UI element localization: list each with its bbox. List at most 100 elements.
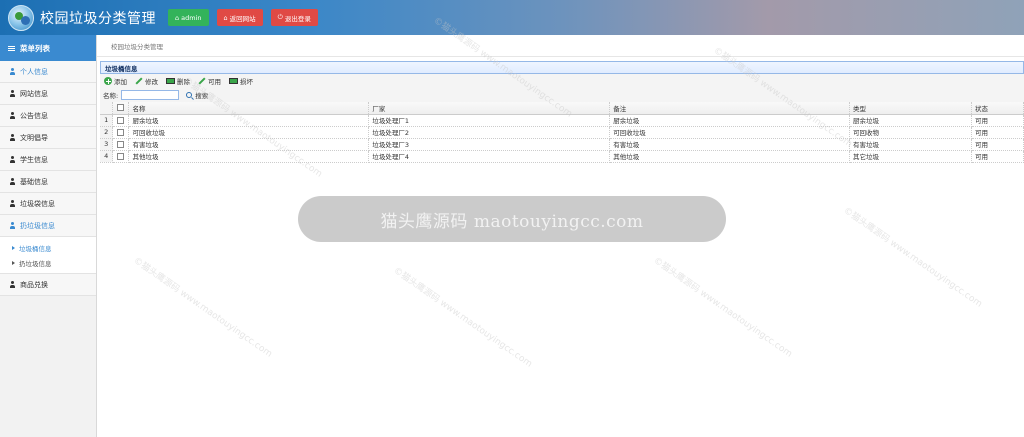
row-checkbox[interactable] (112, 150, 130, 163)
add-button[interactable]: 添加 (104, 76, 127, 86)
garbage-bin-panel: 垃圾桶信息 添加 修改 删除 可用 损坏 名称: 搜索 名称 厂家 备注 类型 … (100, 61, 1024, 176)
cell-note: 有害垃圾 (609, 138, 851, 151)
delete-label: 删除 (177, 78, 190, 86)
admin-button[interactable]: ⌂ admin (168, 9, 209, 26)
row-number: 4 (100, 150, 114, 163)
user-icon (9, 156, 16, 163)
broken-icon (229, 78, 238, 84)
edit-label: 修改 (145, 78, 158, 86)
user-icon (9, 90, 16, 97)
panel-title: 垃圾桶信息 (100, 61, 1024, 74)
broken-button[interactable]: 损坏 (229, 76, 253, 86)
column-header-factory[interactable]: 厂家 (368, 102, 611, 115)
user-icon (9, 112, 16, 119)
sidebar-item-civility[interactable]: 文明倡导 (0, 127, 96, 149)
sidebar-item-basic-info[interactable]: 基础信息 (0, 171, 96, 193)
sidebar-item-announcements[interactable]: 公告信息 (0, 105, 96, 127)
sidebar-item-label: 扔垃圾信息 (20, 221, 55, 230)
sidebar-item-label: 学生信息 (20, 155, 48, 164)
search-icon[interactable] (186, 92, 193, 98)
breadcrumb: 校园垃圾分类管理 (97, 35, 1024, 57)
back-to-site-button[interactable]: ⌂ 返回网站 (216, 9, 263, 26)
table-row[interactable]: 4 其他垃圾 垃圾处理厂4 其他垃圾 其它垃圾 可用 (100, 150, 1024, 163)
app-title: 校园垃圾分类管理 (40, 10, 156, 27)
watermark-text: ©猫头鹰源码 www.maotouyingcc.com (131, 255, 274, 360)
name-search-input[interactable] (121, 90, 180, 100)
cell-note: 厨余垃圾 (609, 114, 851, 127)
sidebar-item-students[interactable]: 学生信息 (0, 149, 96, 171)
row-checkbox[interactable] (112, 126, 130, 139)
sidebar-submenu: 垃圾桶信息 扔垃圾信息 (0, 237, 96, 274)
sidebar-item-label: 商品兑换 (20, 280, 48, 289)
column-header-note[interactable]: 备注 (609, 102, 851, 115)
column-header-type[interactable]: 类型 (849, 102, 972, 115)
cell-status: 可用 (971, 150, 1024, 163)
watermark-text: ©猫头鹰源码 www.maotouyingcc.com (651, 255, 794, 360)
add-icon (104, 77, 112, 85)
row-checkbox[interactable] (112, 138, 130, 151)
table-row[interactable]: 1 厨余垃圾 垃圾处理厂1 厨余垃圾 厨余垃圾 可用 (100, 114, 1024, 127)
cell-note: 其他垃圾 (609, 150, 851, 163)
sidebar-item-label: 网站信息 (20, 89, 48, 98)
logout-label: 退出登录 (284, 14, 311, 23)
row-number: 2 (100, 126, 114, 139)
row-number: 1 (100, 114, 114, 127)
cell-status: 可用 (971, 138, 1024, 151)
sidebar-subitem-throw-garbage[interactable]: 扔垃圾信息 (0, 255, 96, 270)
toolbar: 添加 修改 删除 可用 损坏 (100, 74, 1024, 88)
sidebar-item-label: 垃圾袋信息 (20, 199, 55, 208)
sidebar-subitem-label: 垃圾桶信息 (19, 244, 52, 253)
cell-type: 厨余垃圾 (849, 114, 972, 127)
cell-name: 可回收垃圾 (128, 126, 370, 139)
home-icon: ⌂ (175, 13, 180, 22)
cell-type: 有害垃圾 (849, 138, 972, 151)
sidebar: 菜单列表 个人信息 网站信息 公告信息 文明倡导 学生信息 基础信息 垃圾袋信息… (0, 35, 97, 437)
delete-button[interactable]: 删除 (166, 76, 190, 86)
user-icon (9, 134, 16, 141)
sidebar-item-label: 文明倡导 (20, 133, 48, 142)
cell-factory: 垃圾处理厂3 (368, 138, 611, 151)
breadcrumb-text: 校园垃圾分类管理 (111, 42, 163, 51)
cell-name: 其他垃圾 (128, 150, 370, 163)
row-checkbox[interactable] (112, 114, 130, 127)
sidebar-item-throw-garbage[interactable]: 扔垃圾信息 (0, 215, 96, 237)
table-row[interactable]: 2 可回收垃圾 垃圾处理厂2 可回收垃圾 可回收物 可用 (100, 126, 1024, 139)
edit-button[interactable]: 修改 (135, 76, 158, 86)
enable-label: 可用 (208, 78, 221, 86)
logo-icon (8, 4, 34, 31)
add-label: 添加 (114, 78, 127, 86)
enable-button[interactable]: 可用 (198, 76, 221, 86)
logout-button[interactable]: ⏻ 退出登录 (270, 9, 318, 26)
watermark-text: ©猫头鹰源码 www.maotouyingcc.com (841, 205, 984, 310)
home-icon: ⌂ (223, 13, 228, 22)
sidebar-item-personal-info[interactable]: 个人信息 (0, 61, 96, 83)
sidebar-heading-label: 菜单列表 (20, 43, 50, 53)
cell-type: 其它垃圾 (849, 150, 972, 163)
cell-type: 可回收物 (849, 126, 972, 139)
user-icon (9, 68, 16, 75)
cell-status: 可用 (971, 126, 1024, 139)
column-header-name[interactable]: 名称 (128, 102, 370, 115)
pencil-icon (135, 77, 143, 85)
user-icon (9, 222, 16, 229)
sidebar-item-site-info[interactable]: 网站信息 (0, 83, 96, 105)
watermark-banner: 猫头鹰源码 maotouyingcc.com (298, 196, 726, 242)
sidebar-item-label: 个人信息 (20, 67, 48, 76)
cell-factory: 垃圾处理厂4 (368, 150, 611, 163)
row-number-header (100, 102, 114, 115)
sidebar-subitem-garbage-bins[interactable]: 垃圾桶信息 (0, 240, 96, 255)
power-icon: ⏻ (277, 13, 283, 21)
menu-icon (8, 45, 15, 52)
cell-name: 有害垃圾 (128, 138, 370, 151)
user-icon (9, 178, 16, 185)
select-all-checkbox[interactable] (112, 102, 130, 115)
column-header-status[interactable]: 状态 (971, 102, 1024, 115)
row-number: 3 (100, 138, 114, 151)
table-row[interactable]: 3 有害垃圾 垃圾处理厂3 有害垃圾 有害垃圾 可用 (100, 138, 1024, 151)
sidebar-item-redeem[interactable]: 商品兑换 (0, 274, 96, 296)
sidebar-subitem-label: 扔垃圾信息 (19, 259, 52, 268)
user-icon (9, 281, 16, 288)
search-button[interactable]: 搜索 (195, 90, 208, 100)
sidebar-item-garbage-bags[interactable]: 垃圾袋信息 (0, 193, 96, 215)
top-header: 校园垃圾分类管理 ⌂ admin ⌂ 返回网站 ⏻ 退出登录 (0, 0, 1024, 35)
